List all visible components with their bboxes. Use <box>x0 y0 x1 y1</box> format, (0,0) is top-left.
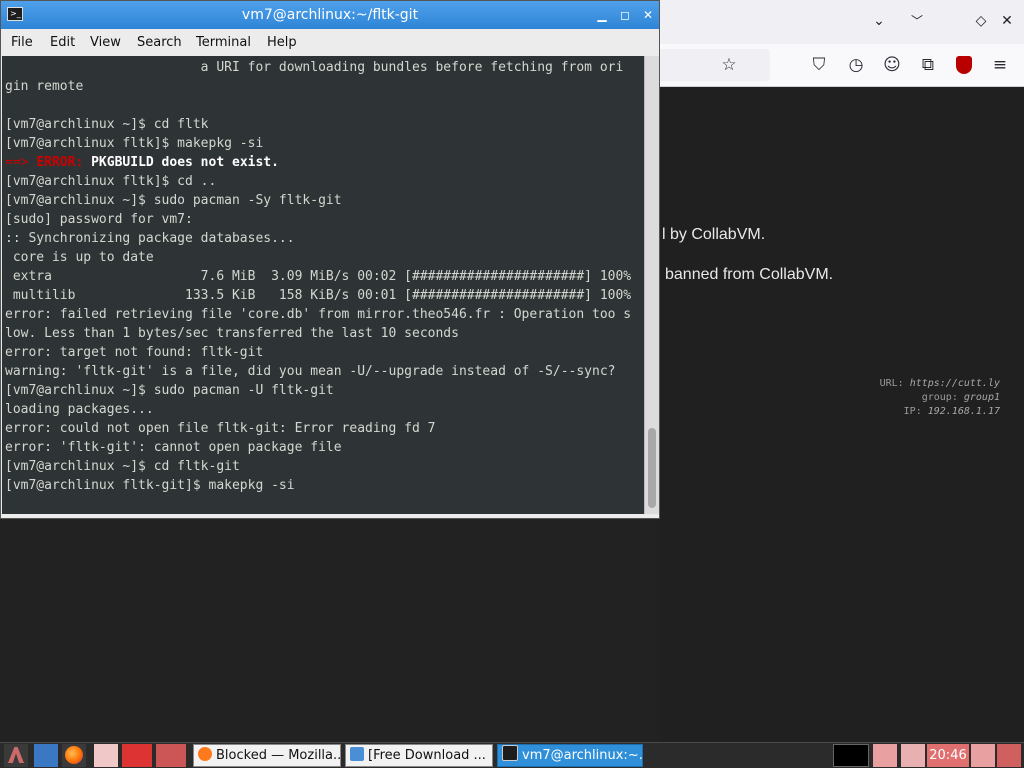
terminal-menubar: File Edit View Search Terminal Help <box>1 29 659 56</box>
workspace-1-icon[interactable] <box>94 744 118 767</box>
terminal-line: [vm7@archlinux ~]$ cd fltk-git <box>5 459 240 474</box>
workspace-3-icon[interactable] <box>156 744 186 767</box>
menu-view[interactable]: View <box>90 35 121 50</box>
terminal-line: [vm7@archlinux ~]$ sudo pacman -Sy fltk-… <box>5 193 342 208</box>
terminal-line: core is up to date <box>5 250 154 265</box>
cpu-monitor <box>833 744 869 767</box>
firefox-icon <box>198 747 212 761</box>
profile-icon[interactable]: ☺ <box>879 52 905 78</box>
notification-icon[interactable] <box>971 744 995 767</box>
close-button[interactable]: ✕ <box>639 6 657 24</box>
terminal-line: [vm7@archlinux fltk]$ cd .. <box>5 174 217 189</box>
url-bar[interactable]: ☆ <box>660 49 770 81</box>
task-firefox[interactable]: Blocked — Mozilla... <box>193 744 341 767</box>
maximize-button[interactable]: ◻ <box>616 6 634 24</box>
firefox-tab-strip: ⌄ ﹀ ◇ ✕ <box>660 0 1024 44</box>
terminal-line: error: 'fltk-git': cannot open package f… <box>5 440 342 455</box>
watermark-group: group: group1 <box>921 392 1000 403</box>
taskbar: Blocked — Mozilla... [Free Download ... … <box>0 742 1024 768</box>
file-manager-icon[interactable] <box>34 744 58 767</box>
menu-help[interactable]: Help <box>267 35 297 50</box>
watermark-ip: IP: 192.168.1.17 <box>903 406 1000 417</box>
terminal-line: loading packages... <box>5 402 154 417</box>
terminal-line: warning: 'fltk-git' is a file, did you m… <box>5 364 616 379</box>
app-menu-icon[interactable]: ≡ <box>987 52 1013 78</box>
clock[interactable]: 20:46 <box>927 744 969 767</box>
menu-search[interactable]: Search <box>137 35 182 50</box>
terminal-line: low. Less than 1 bytes/sec transferred t… <box>5 326 459 341</box>
network-icon[interactable] <box>873 744 897 767</box>
terminal-line: extra 7.6 MiB 3.09 MiB/s 00:02 [########… <box>5 269 632 284</box>
list-all-tabs-icon[interactable]: ⌄ <box>868 10 890 32</box>
watermark-url: URL: https://cutt.ly <box>879 378 1000 389</box>
pocket-icon[interactable]: ⛉ <box>806 52 832 78</box>
terminal-window: >_ vm7@archlinux:~/fltk-git ▁ ◻ ✕ File E… <box>0 0 660 519</box>
firefox-page-content: l by CollabVM. banned from CollabVM. URL… <box>660 87 1024 742</box>
extensions-icon[interactable]: ⧉ <box>915 52 941 78</box>
terminal-line: [sudo] password for vm7: <box>5 212 193 227</box>
task-label: Blocked — Mozilla... <box>216 748 341 763</box>
terminal-scrollbar[interactable] <box>644 56 659 514</box>
menu-file[interactable]: File <box>11 35 33 50</box>
maximize-icon[interactable]: ◇ <box>970 10 992 32</box>
logout-icon[interactable] <box>997 744 1021 767</box>
error-message: PKGBUILD does not exist. <box>83 155 279 170</box>
task-download[interactable]: [Free Download ... <box>345 744 493 767</box>
terminal-line: error: could not open file fltk-git: Err… <box>5 421 436 436</box>
account-sync-icon[interactable]: ◷ <box>843 52 869 78</box>
terminal-line: multilib 133.5 KiB 158 KiB/s 00:01 [####… <box>5 288 632 303</box>
ublock-origin-icon[interactable] <box>951 52 977 78</box>
page-message-1: l by CollabVM. <box>662 226 766 243</box>
menu-edit[interactable]: Edit <box>50 35 75 50</box>
terminal-line: [vm7@archlinux ~]$ cd fltk <box>5 117 209 132</box>
start-menu-icon[interactable] <box>4 744 28 767</box>
task-label: vm7@archlinux:~... <box>522 748 643 763</box>
terminal-bottom-edge <box>1 514 659 518</box>
error-label: ERROR: <box>36 155 84 170</box>
window-icon <box>350 747 364 761</box>
firefox-launcher-icon[interactable] <box>62 744 86 767</box>
task-terminal[interactable]: vm7@archlinux:~... <box>497 744 643 767</box>
terminal-titlebar[interactable]: >_ vm7@archlinux:~/fltk-git ▁ ◻ ✕ <box>1 1 659 29</box>
terminal-icon <box>502 745 518 761</box>
page-message-2: banned from CollabVM. <box>665 266 834 283</box>
error-arrow: ==> <box>5 155 37 170</box>
terminal-line: :: Synchronizing package databases... <box>5 231 295 246</box>
minimize-button[interactable]: ▁ <box>593 6 611 24</box>
terminal-error-line: ==> ERROR: PKGBUILD does not exist. <box>5 153 279 172</box>
terminal-line: gin remote <box>5 79 84 94</box>
terminal-line: [vm7@archlinux fltk]$ makepkg -si <box>5 136 264 151</box>
close-icon[interactable]: ✕ <box>996 10 1018 32</box>
screenshot-icon[interactable] <box>901 744 925 767</box>
scrollbar-thumb[interactable] <box>648 428 656 508</box>
terminal-screen[interactable]: a URI for downloading bundles before fet… <box>2 56 644 514</box>
terminal-line: [vm7@archlinux ~]$ sudo pacman -U fltk-g… <box>5 383 334 398</box>
terminal-title: vm7@archlinux:~/fltk-git <box>241 7 419 23</box>
terminal-line: [vm7@archlinux fltk-git]$ makepkg -si <box>5 478 295 493</box>
task-label: [Free Download ... <box>368 748 486 763</box>
terminal-line: error: failed retrieving file 'core.db' … <box>5 307 632 322</box>
minimize-icon[interactable]: ﹀ <box>906 10 928 32</box>
terminal-line: error: target not found: fltk-git <box>5 345 264 360</box>
workspace-2-icon[interactable] <box>122 744 152 767</box>
bookmark-star-icon[interactable]: ☆ <box>716 52 742 78</box>
menu-terminal[interactable]: Terminal <box>196 35 251 50</box>
terminal-line: a URI for downloading bundles before fet… <box>5 60 624 75</box>
